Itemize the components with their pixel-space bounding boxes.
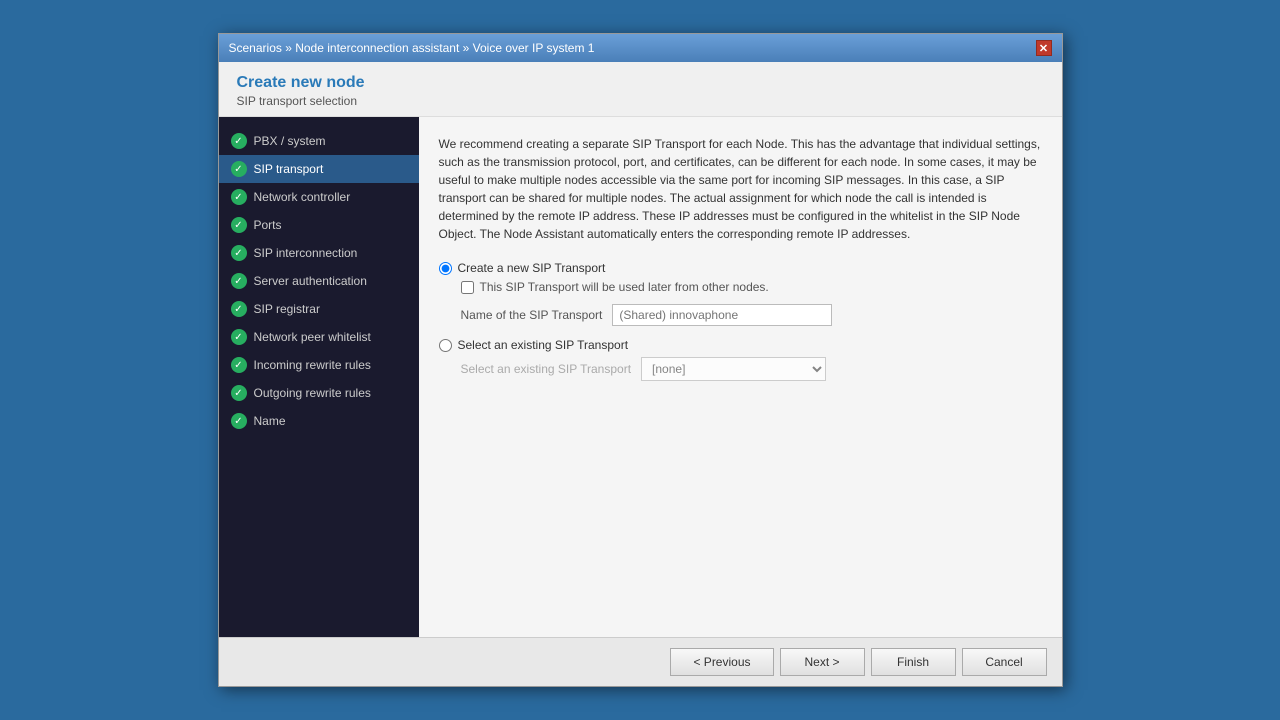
sidebar-label-network-peer-whitelist: Network peer whitelist — [254, 330, 371, 344]
dialog-body: ✓ PBX / system ✓ SIP transport ✓ Network cont… — [219, 117, 1062, 637]
check-icon-incoming-rewrite-rules: ✓ — [231, 357, 247, 373]
sidebar-label-sip-interconnection: SIP interconnection — [254, 246, 358, 260]
sidebar-label-sip-transport: SIP transport — [254, 162, 324, 176]
sidebar-item-outgoing-rewrite-rules[interactable]: ✓ Outgoing rewrite rules — [219, 379, 419, 407]
finish-button[interactable]: Finish — [871, 648, 956, 676]
check-icon-server-authentication: ✓ — [231, 273, 247, 289]
breadcrumb: Scenarios » Node interconnection assista… — [229, 41, 595, 55]
sidebar-label-name: Name — [254, 414, 286, 428]
sidebar-label-ports: Ports — [254, 218, 282, 232]
sidebar-label-network-controller: Network controller — [254, 190, 351, 204]
sidebar-item-ports[interactable]: ✓ Ports — [219, 211, 419, 239]
shared-checkbox[interactable] — [461, 281, 474, 294]
previous-button[interactable]: < Previous — [670, 648, 773, 676]
sidebar-item-server-authentication[interactable]: ✓ Server authentication — [219, 267, 419, 295]
option-create-radio[interactable] — [439, 262, 452, 275]
sidebar-item-sip-transport[interactable]: ✓ SIP transport — [219, 155, 419, 183]
check-icon-network-controller: ✓ — [231, 189, 247, 205]
check-icon-sip-transport: ✓ — [231, 161, 247, 177]
sidebar-item-sip-registrar[interactable]: ✓ SIP registrar — [219, 295, 419, 323]
name-field-row: Name of the SIP Transport — [461, 304, 1042, 326]
name-input[interactable] — [612, 304, 832, 326]
next-button[interactable]: Next > — [780, 648, 865, 676]
sidebar-item-sip-interconnection[interactable]: ✓ SIP interconnection — [219, 239, 419, 267]
check-icon-pbx-system: ✓ — [231, 133, 247, 149]
existing-select-label: Select an existing SIP Transport — [461, 362, 632, 376]
check-icon-name: ✓ — [231, 413, 247, 429]
check-icon-network-peer-whitelist: ✓ — [231, 329, 247, 345]
sidebar-label-server-authentication: Server authentication — [254, 274, 367, 288]
name-field-label: Name of the SIP Transport — [461, 308, 603, 322]
dialog-footer: < Previous Next > Finish Cancel — [219, 637, 1062, 686]
sidebar-item-name[interactable]: ✓ Name — [219, 407, 419, 435]
check-icon-ports: ✓ — [231, 217, 247, 233]
sidebar-item-incoming-rewrite-rules[interactable]: ✓ Incoming rewrite rules — [219, 351, 419, 379]
close-button[interactable]: ✕ — [1036, 40, 1052, 56]
dialog-title: Create new node — [237, 74, 1044, 92]
option-create-label[interactable]: Create a new SIP Transport — [439, 261, 1042, 275]
option-existing-label[interactable]: Select an existing SIP Transport — [439, 338, 1042, 352]
main-dialog: Scenarios » Node interconnection assista… — [218, 33, 1063, 687]
content-area: We recommend creating a separate SIP Tra… — [419, 117, 1062, 637]
sidebar-label-outgoing-rewrite-rules: Outgoing rewrite rules — [254, 386, 371, 400]
sidebar-item-network-peer-whitelist[interactable]: ✓ Network peer whitelist — [219, 323, 419, 351]
sub-option-shared: This SIP Transport will be used later fr… — [461, 280, 1042, 294]
check-icon-sip-interconnection: ✓ — [231, 245, 247, 261]
option-existing-radio[interactable] — [439, 339, 452, 352]
description-text: We recommend creating a separate SIP Tra… — [439, 135, 1042, 243]
sidebar-item-network-controller[interactable]: ✓ Network controller — [219, 183, 419, 211]
cancel-button[interactable]: Cancel — [962, 648, 1047, 676]
check-icon-outgoing-rewrite-rules: ✓ — [231, 385, 247, 401]
sidebar-item-pbx-system[interactable]: ✓ PBX / system — [219, 127, 419, 155]
sidebar-label-pbx-system: PBX / system — [254, 134, 326, 148]
dialog-subtitle: SIP transport selection — [237, 94, 1044, 108]
option-create-row: Create a new SIP Transport This SIP Tran… — [439, 261, 1042, 326]
check-icon-sip-registrar: ✓ — [231, 301, 247, 317]
title-bar: Scenarios » Node interconnection assista… — [219, 34, 1062, 62]
sidebar: ✓ PBX / system ✓ SIP transport ✓ Network cont… — [219, 117, 419, 637]
existing-select[interactable]: [none] — [641, 357, 826, 381]
sidebar-label-sip-registrar: SIP registrar — [254, 302, 320, 316]
existing-select-row: Select an existing SIP Transport [none] — [461, 357, 1042, 381]
dialog-header: Create new node SIP transport selection — [219, 62, 1062, 117]
option-existing-row: Select an existing SIP Transport Select … — [439, 338, 1042, 381]
sidebar-label-incoming-rewrite-rules: Incoming rewrite rules — [254, 358, 371, 372]
